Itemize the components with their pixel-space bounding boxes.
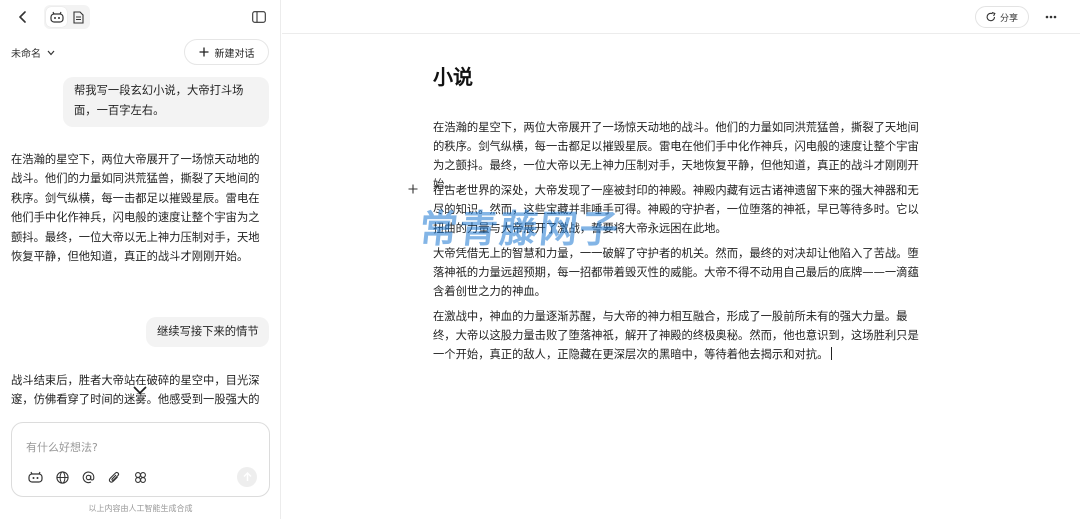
at-icon[interactable] (79, 468, 97, 486)
plus-icon (199, 47, 208, 57)
globe-icon[interactable] (53, 468, 71, 486)
chat-toolbar (0, 0, 280, 34)
document-panel: 分享 小说 在浩瀚的星空下，两位大帝展开了一场惊天动地的战斗。他们的力量如同洪荒… (282, 0, 1080, 519)
conversation-title-dropdown[interactable]: 未命名 (11, 45, 55, 60)
more-dots-icon[interactable] (1042, 8, 1060, 26)
share-label: 分享 (999, 13, 1018, 24)
conversation-title: 未命名 (11, 49, 41, 60)
chat-panel: 未命名 新建对话 帮我写一段玄幻小说，大帝打斗场面，一百字左右。 在浩瀚的星空下… (0, 0, 281, 519)
new-chat-button[interactable]: 新建对话 (184, 39, 269, 65)
chat-input-placeholder[interactable]: 有什么好想法? (26, 439, 98, 455)
user-message: 帮我写一段玄幻小说，大帝打斗场面，一百字左右。 (63, 77, 269, 127)
watermark: 常青藤网子 (417, 207, 622, 251)
bot-avatar-icon[interactable] (26, 468, 44, 486)
bot-avatar-icon[interactable] (46, 7, 67, 27)
scroll-to-bottom-button[interactable] (124, 378, 156, 402)
sidebar-toggle-icon[interactable] (250, 8, 268, 26)
text-caret (831, 347, 833, 360)
document-title[interactable]: 小说 (433, 61, 473, 90)
back-arrow-icon[interactable] (14, 8, 32, 26)
paperclip-icon[interactable] (105, 468, 123, 486)
send-button[interactable] (237, 467, 257, 487)
share-button[interactable]: 分享 (975, 6, 1029, 28)
document-icon[interactable] (68, 7, 88, 27)
add-block-plus-icon[interactable] (406, 182, 420, 196)
assistant-message: 在浩瀚的星空下，两位大帝展开了一场惊天动地的战斗。他们的力量如同洪荒猛兽，撕裂了… (11, 153, 260, 264)
share-icon (986, 12, 996, 22)
send-arrow-icon (243, 472, 251, 481)
apps-icon[interactable] (131, 468, 149, 486)
chevron-down-icon (133, 386, 147, 394)
chat-input-box[interactable]: 有什么好想法? (11, 422, 270, 497)
chevron-down-icon (47, 50, 55, 55)
user-message: 继续写接下来的情节 (146, 317, 269, 347)
document-toolbar: 分享 (282, 0, 1080, 34)
new-chat-label: 新建对话 (214, 48, 255, 60)
document-paragraph[interactable]: 在激战中，神血的力量逐渐苏醒，与大帝的神力相互融合，形成了一股前所未有的强大力量… (433, 307, 929, 364)
document-paragraph-text: 在激战中，神血的力量逐渐苏醒，与大帝的神力相互融合，形成了一股前所未有的强大力量… (433, 310, 919, 361)
ai-disclaimer: 以上内容由人工智能生成合成 (88, 504, 193, 513)
